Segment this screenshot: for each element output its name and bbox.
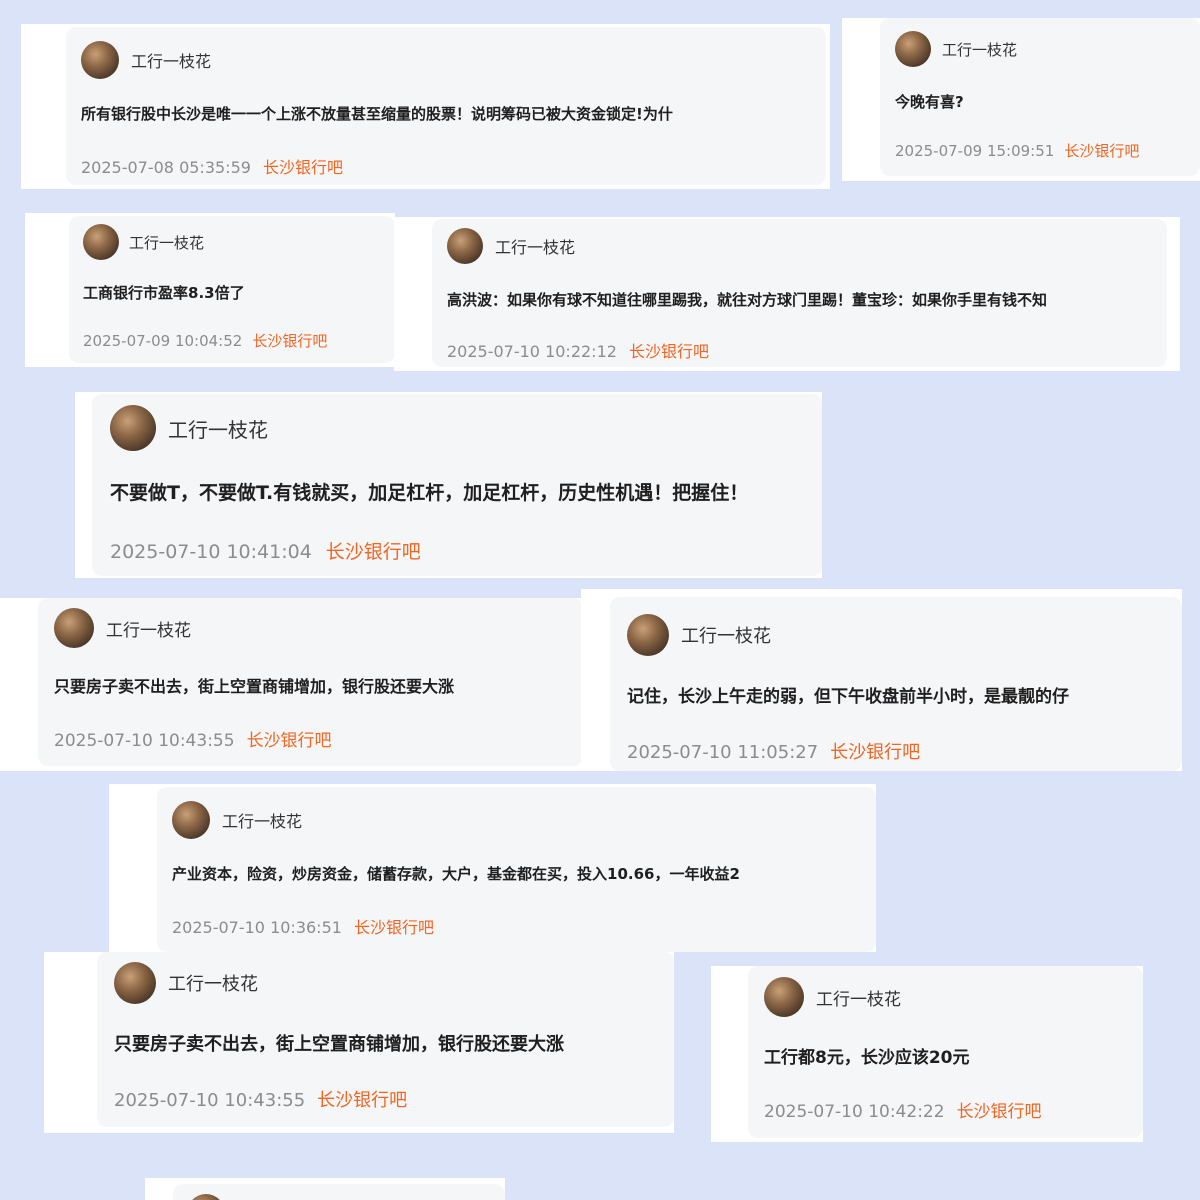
post-content[interactable]: 不要做T，不要做T.有钱就买，加足杠杆，加足杠杆，历史性机遇！把握住！ bbox=[110, 478, 810, 505]
avatar[interactable] bbox=[172, 801, 210, 839]
screenshot-panel: 工行一枝花 只要房子卖不出去，街上空置商铺增加，银行股还要大涨 2025-07-… bbox=[0, 598, 588, 771]
post-time: 2025-07-08 05:35:59 bbox=[81, 158, 251, 177]
forum-tag[interactable]: 长沙银行吧 bbox=[263, 158, 343, 177]
post-content[interactable]: 产业资本，险资，炒房资金，储蓄存款，大户，基金都在买，投入10.66，一年收益2 bbox=[172, 863, 862, 884]
screenshot-panel: 工行一枝花 工商银行市盈率8.3倍了 2025-07-09 10:04:52 长沙… bbox=[25, 213, 395, 367]
post-header: 工行一枝花 bbox=[114, 962, 258, 1004]
screenshot-panel: 工行一枝花 只要房子卖不出去，街上空置商铺增加，银行股还要大涨 2025-07-… bbox=[44, 952, 674, 1133]
avatar[interactable] bbox=[110, 405, 156, 451]
post-time: 2025-07-10 10:22:12 bbox=[447, 342, 617, 361]
post-meta: 2025-07-10 10:41:04 长沙银行吧 bbox=[110, 537, 421, 564]
screenshot-panel bbox=[145, 1178, 505, 1200]
post-card[interactable]: 工行一枝花 只要房子卖不出去，街上空置商铺增加，银行股还要大涨 2025-07-… bbox=[97, 952, 674, 1127]
post-time: 2025-07-09 15:09:51 bbox=[895, 142, 1055, 160]
avatar[interactable] bbox=[83, 224, 119, 260]
post-meta: 2025-07-10 10:43:55 长沙银行吧 bbox=[114, 1086, 407, 1112]
post-time: 2025-07-10 10:41:04 bbox=[110, 541, 312, 563]
post-time: 2025-07-10 10:43:55 bbox=[114, 1090, 306, 1111]
post-content[interactable]: 记住，长沙上午走的弱，但下午收盘前半小时，是最靓的仔 bbox=[627, 682, 1167, 707]
post-meta: 2025-07-09 10:04:52 长沙银行吧 bbox=[83, 330, 327, 351]
avatar[interactable] bbox=[54, 608, 94, 648]
screenshot-panel: 工行一枝花 工行都8元，长沙应该20元 2025-07-10 10:42:22 长… bbox=[711, 966, 1143, 1142]
forum-tag[interactable]: 长沙银行吧 bbox=[252, 332, 327, 350]
post-card[interactable]: 工行一枝花 记住，长沙上午走的弱，但下午收盘前半小时，是最靓的仔 2025-07… bbox=[610, 597, 1182, 771]
post-header: 工行一枝花 bbox=[110, 405, 268, 451]
avatar[interactable] bbox=[895, 31, 931, 67]
screenshot-panel: 工行一枝花 今晚有喜? 2025-07-09 15:09:51 长沙银行吧 bbox=[842, 18, 1200, 181]
post-header: 工行一枝花 bbox=[172, 801, 302, 839]
username[interactable]: 工行一枝花 bbox=[168, 414, 268, 443]
forum-tag[interactable]: 长沙银行吧 bbox=[629, 342, 709, 361]
post-header: 工行一枝花 bbox=[895, 31, 1017, 67]
avatar[interactable] bbox=[447, 228, 483, 264]
post-card[interactable]: 工行一枝花 工商银行市盈率8.3倍了 2025-07-09 10:04:52 长沙… bbox=[69, 216, 395, 363]
post-meta: 2025-07-10 10:43:55 长沙银行吧 bbox=[54, 726, 332, 751]
post-header: 工行一枝花 bbox=[83, 224, 204, 260]
forum-tag[interactable]: 长沙银行吧 bbox=[317, 1090, 407, 1111]
post-header: 工行一枝花 bbox=[54, 608, 191, 648]
avatar[interactable] bbox=[114, 962, 156, 1004]
post-time: 2025-07-10 11:05:27 bbox=[627, 742, 819, 763]
post-card[interactable]: 工行一枝花 工行都8元，长沙应该20元 2025-07-10 10:42:22 长… bbox=[748, 966, 1143, 1138]
post-meta: 2025-07-10 11:05:27 长沙银行吧 bbox=[627, 738, 920, 764]
post-header: 工行一枝花 bbox=[81, 41, 211, 79]
post-header: 工行一枝花 bbox=[627, 614, 771, 656]
post-content[interactable]: 只要房子卖不出去，街上空置商铺增加，银行股还要大涨 bbox=[114, 1030, 664, 1056]
post-time: 2025-07-10 10:42:22 bbox=[764, 1102, 945, 1122]
avatar[interactable] bbox=[81, 41, 119, 79]
post-card[interactable]: 工行一枝花 不要做T，不要做T.有钱就买，加足杠杆，加足杠杆，历史性机遇！把握住… bbox=[92, 394, 822, 576]
avatar[interactable] bbox=[627, 614, 669, 656]
post-content[interactable]: 只要房子卖不出去，街上空置商铺增加，银行股还要大涨 bbox=[54, 673, 574, 697]
post-card[interactable]: 工行一枝花 所有银行股中长沙是唯一一个上涨不放量甚至缩量的股票！说明筹码已被大资… bbox=[66, 27, 826, 185]
forum-tag[interactable]: 长沙银行吧 bbox=[957, 1102, 1042, 1122]
post-content[interactable]: 工商银行市盈率8.3倍了 bbox=[83, 282, 383, 303]
forum-tag[interactable]: 长沙银行吧 bbox=[354, 918, 434, 937]
post-card[interactable] bbox=[173, 1184, 505, 1200]
post-card[interactable]: 工行一枝花 高洪波：如果你有球不知道往哪里踢我，就往对方球门里踢！董宝珍：如果你… bbox=[432, 219, 1167, 367]
username[interactable]: 工行一枝花 bbox=[495, 234, 575, 258]
screenshot-panel: 工行一枝花 产业资本，险资，炒房资金，储蓄存款，大户，基金都在买，投入10.66… bbox=[109, 784, 876, 952]
screenshot-panel: 工行一枝花 高洪波：如果你有球不知道往哪里踢我，就往对方球门里踢！董宝珍：如果你… bbox=[394, 217, 1180, 371]
post-meta: 2025-07-10 10:36:51 长沙银行吧 bbox=[172, 914, 434, 938]
post-time: 2025-07-10 10:36:51 bbox=[172, 918, 342, 937]
avatar[interactable] bbox=[187, 1194, 225, 1200]
avatar[interactable] bbox=[764, 977, 804, 1017]
post-time: 2025-07-09 10:04:52 bbox=[83, 332, 243, 350]
forum-tag[interactable]: 长沙银行吧 bbox=[1064, 142, 1139, 160]
username[interactable]: 工行一枝花 bbox=[129, 232, 204, 253]
username[interactable]: 工行一枝花 bbox=[942, 39, 1017, 60]
post-card[interactable]: 工行一枝花 产业资本，险资，炒房资金，储蓄存款，大户，基金都在买，投入10.66… bbox=[157, 787, 876, 952]
post-content[interactable]: 高洪波：如果你有球不知道往哪里踢我，就往对方球门里踢！董宝珍：如果你手里有钱不知 bbox=[447, 289, 1157, 310]
screenshot-panel: 工行一枝花 所有银行股中长沙是唯一一个上涨不放量甚至缩量的股票！说明筹码已被大资… bbox=[21, 24, 830, 189]
forum-tag[interactable]: 长沙银行吧 bbox=[830, 742, 920, 763]
post-header: 工行一枝花 bbox=[447, 228, 575, 264]
post-meta: 2025-07-10 10:22:12 长沙银行吧 bbox=[447, 338, 709, 362]
post-meta: 2025-07-08 05:35:59 长沙银行吧 bbox=[81, 154, 343, 178]
post-card[interactable]: 工行一枝花 只要房子卖不出去，街上空置商铺增加，银行股还要大涨 2025-07-… bbox=[38, 598, 583, 766]
post-header: 工行一枝花 bbox=[764, 977, 901, 1017]
post-content[interactable]: 今晚有喜? bbox=[895, 91, 1185, 112]
username[interactable]: 工行一枝花 bbox=[168, 970, 258, 996]
screenshot-panel: 工行一枝花 不要做T，不要做T.有钱就买，加足杠杆，加足杠杆，历史性机遇！把握住… bbox=[75, 392, 822, 578]
username[interactable]: 工行一枝花 bbox=[681, 622, 771, 648]
username[interactable]: 工行一枝花 bbox=[131, 48, 211, 72]
forum-tag[interactable]: 长沙银行吧 bbox=[326, 541, 421, 563]
post-content[interactable]: 所有银行股中长沙是唯一一个上涨不放量甚至缩量的股票！说明筹码已被大资金锁定!为什 bbox=[81, 103, 801, 124]
post-card[interactable]: 工行一枝花 今晚有喜? 2025-07-09 15:09:51 长沙银行吧 bbox=[880, 18, 1200, 176]
username[interactable]: 工行一枝花 bbox=[106, 616, 191, 641]
post-meta: 2025-07-10 10:42:22 长沙银行吧 bbox=[764, 1097, 1042, 1122]
post-content[interactable]: 工行都8元，长沙应该20元 bbox=[764, 1043, 1134, 1068]
forum-tag[interactable]: 长沙银行吧 bbox=[247, 731, 332, 751]
post-time: 2025-07-10 10:43:55 bbox=[54, 731, 235, 751]
post-meta: 2025-07-09 15:09:51 长沙银行吧 bbox=[895, 140, 1139, 161]
username[interactable]: 工行一枝花 bbox=[222, 808, 302, 832]
screenshot-panel: 工行一枝花 记住，长沙上午走的弱，但下午收盘前半小时，是最靓的仔 2025-07… bbox=[581, 589, 1182, 771]
username[interactable]: 工行一枝花 bbox=[816, 985, 901, 1010]
